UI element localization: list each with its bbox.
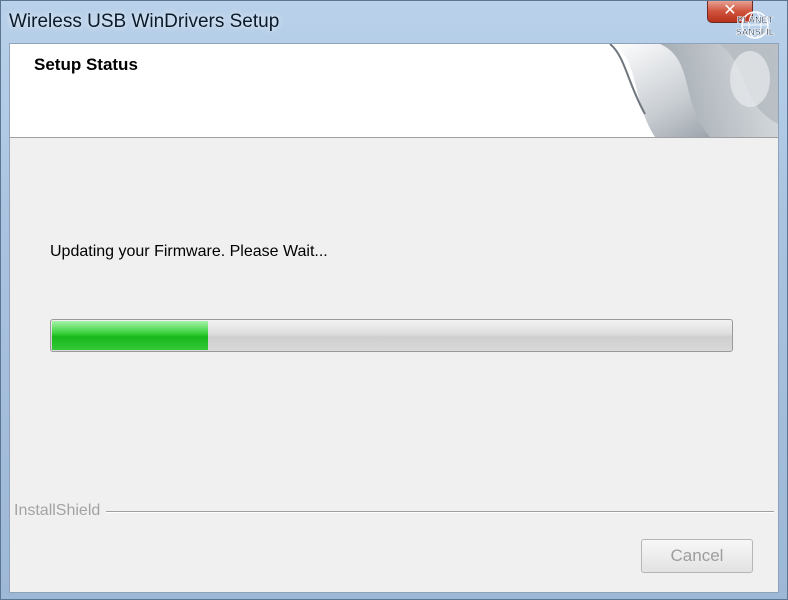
cancel-button[interactable]: Cancel xyxy=(641,539,753,573)
progress-fill xyxy=(52,321,208,350)
dialog-header: Setup Status xyxy=(10,44,778,138)
dialog-client-area: Setup Status Updating your Firmware. Ple… xyxy=(9,43,779,593)
progress-bar xyxy=(50,319,733,352)
footer-divider xyxy=(106,511,774,513)
setup-window: Wireless USB WinDrivers Setup ✕ PLANET S… xyxy=(0,0,788,600)
title-bar[interactable]: Wireless USB WinDrivers Setup ✕ PLANET S… xyxy=(1,1,787,43)
installshield-label: InstallShield xyxy=(14,502,107,520)
planet-sansfil-logo: PLANET SANSFIL xyxy=(735,11,775,39)
watermark-line1: PLANET xyxy=(737,15,774,25)
header-banner-graphic xyxy=(609,44,778,137)
page-title: Setup Status xyxy=(34,55,138,74)
watermark-line2: SANSFIL xyxy=(736,27,775,37)
window-title: Wireless USB WinDrivers Setup xyxy=(9,11,280,32)
status-message: Updating your Firmware. Please Wait... xyxy=(50,243,328,260)
